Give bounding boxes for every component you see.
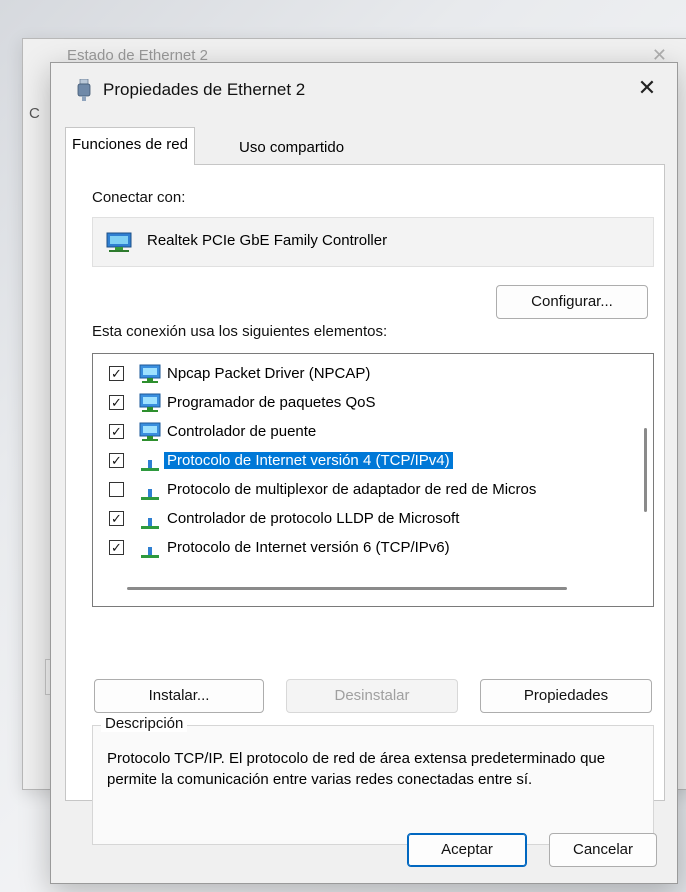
checkbox[interactable] <box>109 482 124 497</box>
title-bar[interactable]: Propiedades de Ethernet 2 ✕ <box>51 63 677 115</box>
vertical-scrollbar[interactable] <box>644 428 647 512</box>
tab-label: Uso compartido <box>239 139 345 156</box>
checkbox[interactable]: ✓ <box>109 511 124 526</box>
protocol-icon <box>141 547 159 558</box>
list-item-qos[interactable]: ✓ Programador de paquetes QoS <box>93 389 623 419</box>
network-service-icon <box>139 422 161 441</box>
tab-label: Funciones de red <box>72 136 188 153</box>
list-item-bridge[interactable]: ✓ Controlador de puente <box>93 418 623 448</box>
configure-button[interactable]: Configurar... <box>496 285 648 319</box>
list-item-label: Controlador de protocolo LLDP de Microso… <box>167 510 460 527</box>
protocol-icon <box>141 460 159 471</box>
adapter-field: Realtek PCIe GbE Family Controller <box>92 217 654 267</box>
list-item-ipv4[interactable]: ✓ Protocolo de Internet versión 4 (TCP/I… <box>93 447 623 477</box>
list-item-lldp[interactable]: ✓ Controlador de protocolo LLDP de Micro… <box>93 505 623 535</box>
list-item-label: Protocolo de multiplexor de adaptador de… <box>167 481 537 498</box>
description-text: Protocolo TCP/IP. El protocolo de red de… <box>107 750 606 788</box>
connect-label: Conectar con: <box>92 189 186 206</box>
horizontal-scrollbar[interactable] <box>127 587 567 590</box>
cancel-button[interactable]: Cancelar <box>549 833 657 867</box>
checkbox[interactable]: ✓ <box>109 540 124 555</box>
protocol-icon <box>141 518 159 529</box>
list-item-multiplexor[interactable]: Protocolo de multiplexor de adaptador de… <box>93 476 623 506</box>
list-item-label: Programador de paquetes QoS <box>167 394 376 411</box>
checkbox[interactable]: ✓ <box>109 395 124 410</box>
list-item-ipv6[interactable]: ✓ Protocolo de Internet versión 6 (TCP/I… <box>93 534 623 564</box>
uninstall-button[interactable]: Desinstalar <box>286 679 458 713</box>
description-title: Descripción <box>101 715 188 732</box>
close-button[interactable]: ✕ <box>631 73 663 103</box>
network-client-icon <box>139 364 161 383</box>
tab-funciones-de-red[interactable]: Funciones de red <box>65 127 195 165</box>
components-list[interactable]: ✓ Npcap Packet Driver (NPCAP) ✓ Programa… <box>92 353 654 607</box>
protocol-icon <box>141 489 159 500</box>
checkbox[interactable]: ✓ <box>109 366 124 381</box>
properties-button[interactable]: Propiedades <box>480 679 652 713</box>
close-icon: ✕ <box>637 75 657 100</box>
list-item-label: Controlador de puente <box>167 423 317 440</box>
list-item-label: Protocolo de Internet versión 6 (TCP/IPv… <box>167 539 450 556</box>
list-item-label: Npcap Packet Driver (NPCAP) <box>167 365 371 382</box>
tab-uso-compartido[interactable]: Uso compartido <box>233 133 350 165</box>
network-card-icon <box>106 232 132 252</box>
install-button[interactable]: Instalar... <box>94 679 264 713</box>
list-item-label: Protocolo de Internet versión 4 (TCP/IPv… <box>164 452 453 469</box>
list-label: Esta conexión usa los siguientes element… <box>92 323 388 340</box>
dialog-title: Propiedades de Ethernet 2 <box>103 80 306 99</box>
background-window-partial-text: C <box>29 105 40 122</box>
checkbox[interactable]: ✓ <box>109 453 124 468</box>
tab-panel: Conectar con: Realtek PCIe GbE Family Co… <box>65 164 665 845</box>
description-group: Descripción Protocolo TCP/IP. El protoco… <box>92 715 654 845</box>
adapter-name: Realtek PCIe GbE Family Controller <box>147 232 388 249</box>
network-service-icon <box>139 393 161 412</box>
list-item-npcap[interactable]: ✓ Npcap Packet Driver (NPCAP) <box>93 360 623 390</box>
ethernet-properties-dialog: Propiedades de Ethernet 2 ✕ Funciones de… <box>50 62 678 884</box>
ok-button[interactable]: Aceptar <box>407 833 527 867</box>
checkbox[interactable]: ✓ <box>109 424 124 439</box>
network-adapter-icon <box>77 79 91 101</box>
